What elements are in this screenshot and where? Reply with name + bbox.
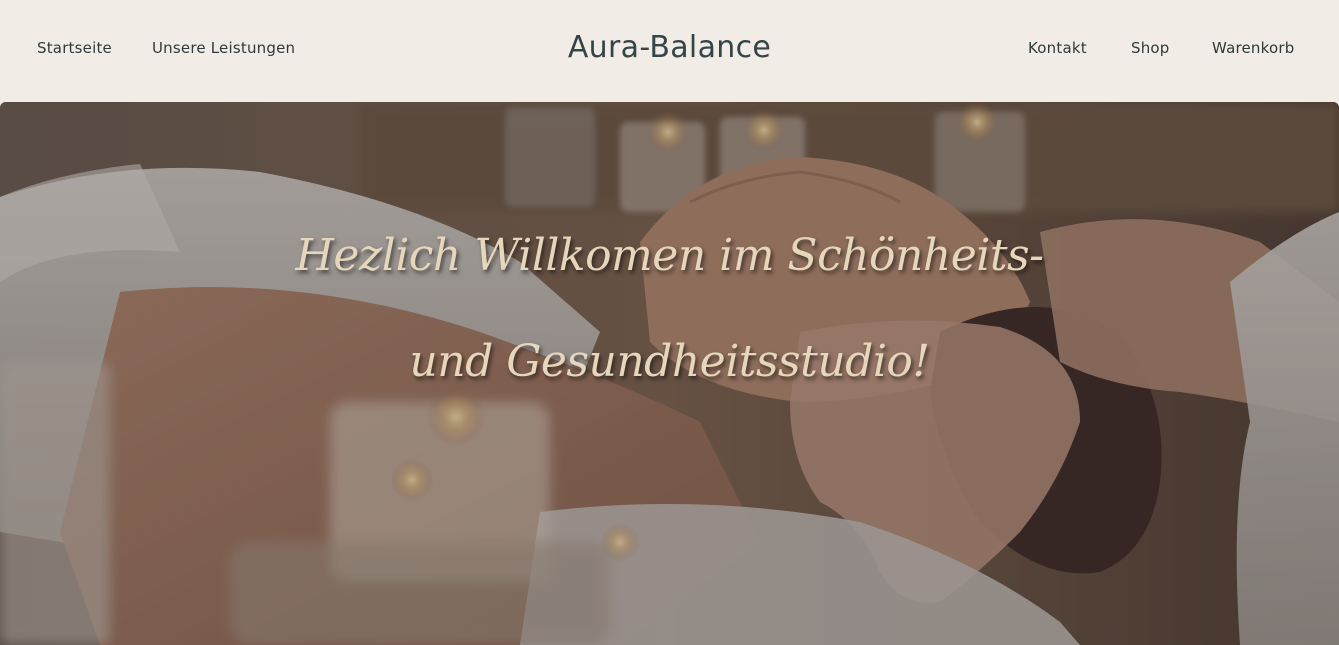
- hero-title-line-1: Hezlich Willkomen im Schönheits-: [295, 230, 1044, 281]
- nav-link-shop[interactable]: Shop: [1131, 38, 1170, 58]
- site-header: Startseite Unsere Leistungen Aura-Balanc…: [0, 0, 1339, 102]
- nav-link-warenkorb[interactable]: Warenkorb: [1212, 38, 1294, 58]
- nav-link-kontakt[interactable]: Kontakt: [1028, 38, 1087, 58]
- hero-banner: Hezlich Willkomen im Schönheits- und Ges…: [0, 102, 1339, 645]
- hero-title-line-2: und Gesundheitsstudio!: [409, 336, 930, 387]
